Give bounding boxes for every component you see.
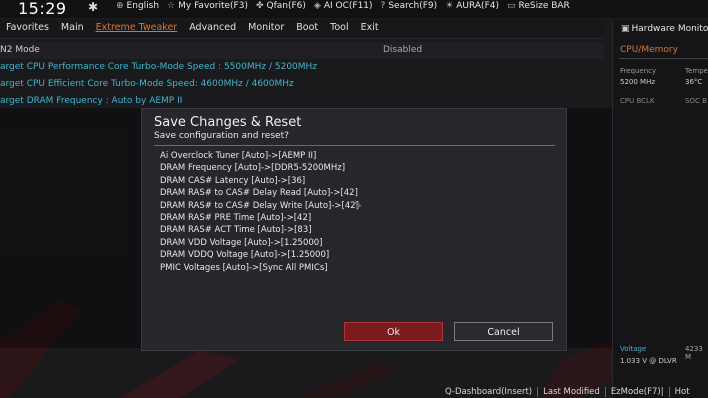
help-icon: ? (380, 1, 386, 11)
setting-label: N2 Mode (0, 45, 40, 55)
top-bar: 15:29 ✱ ⊕ English ☆ My Favorite(F3) ✤ Qf… (0, 0, 708, 18)
change-item: DRAM CAS# Latency [Auto]->[36] (160, 175, 306, 186)
clock: 15:29 (18, 0, 67, 18)
toolbar-item-resize-bar[interactable]: ▭ ReSize BAR (507, 1, 570, 11)
settings-list: N2 Mode Disabled arget CPU Performance C… (0, 42, 604, 110)
gear-icon[interactable]: ✱ (88, 0, 98, 14)
hw-section-title: CPU/Memory (620, 45, 678, 55)
changes-list: Ai Overclock Tuner [Auto]->[AEMP II] DRA… (160, 150, 359, 274)
change-item: DRAM RAS# to CAS# Delay Read [Auto]->[42… (160, 188, 358, 199)
fan-icon: ✤ (255, 1, 264, 11)
toolbar-label: AI OC(F11) (323, 1, 373, 11)
tab-favorites[interactable]: Favorites (0, 22, 55, 33)
globe-icon: ⊕ (116, 1, 124, 11)
hw-label: Tempe (685, 67, 708, 75)
toolbar-label: AURA(F4) (456, 1, 499, 11)
ezmode-button[interactable]: EzMode(F7)| (604, 387, 669, 397)
change-item: DRAM RAS# ACT Time [Auto]->[83] (160, 225, 312, 236)
q-dashboard-button[interactable]: Q-Dashboard(Insert) (440, 387, 537, 397)
hardware-monitor-title: ▣ Hardware Monito (621, 24, 708, 34)
tab-main[interactable]: Main (55, 22, 90, 33)
setting-label: arget CPU Efficient Core Turbo-Mode Spee… (0, 79, 294, 89)
divider (154, 145, 555, 146)
monitor-icon: ▣ (621, 24, 630, 34)
setting-label: arget CPU Performance Core Turbo-Mode Sp… (0, 62, 318, 72)
hotkeys-button[interactable]: Hot (668, 387, 695, 397)
hw-label: SOC B (685, 97, 707, 105)
setting-value: Disabled (383, 45, 423, 55)
menu-bar: Favorites Main Extreme Tweaker Advanced … (0, 20, 604, 39)
dialog-subtitle: Save configuration and reset? (154, 131, 289, 141)
tab-tool[interactable]: Tool (324, 22, 354, 33)
change-item: DRAM VDD Voltage [Auto]->[1.25000] (160, 237, 323, 248)
change-item: DRAM RAS# PRE Time [Auto]->[42] (160, 213, 312, 224)
dialog-title: Save Changes & Reset (154, 115, 302, 130)
ai-oc-icon: ◈ (313, 1, 321, 11)
hw-value: 5200 MHz (620, 78, 656, 86)
hw-value: 4233 M (685, 345, 703, 361)
change-item: DRAM Frequency [Auto]->[DDR5-5200MHz] (160, 163, 346, 174)
list-item[interactable]: N2 Mode Disabled (0, 42, 604, 59)
toolbar-item-favorite[interactable]: ☆ My Favorite(F3) (167, 1, 248, 11)
tab-extreme-tweaker[interactable]: Extreme Tweaker (90, 22, 184, 33)
toolbar-item-qfan[interactable]: ✤ Qfan(F6) (256, 1, 306, 11)
hw-label: Frequency (620, 67, 657, 75)
toolbar-item-language[interactable]: ⊕ English (116, 1, 159, 11)
change-item: DRAM RAS# to CAS# Delay Write [Auto]->[4… (160, 200, 359, 211)
toolbar-item-aura[interactable]: ☀ AURA(F4) (445, 1, 499, 11)
toolbar: ⊕ English ☆ My Favorite(F3) ✤ Qfan(F6) ◈… (116, 1, 570, 11)
hw-label: Voltage (620, 345, 647, 353)
change-item: DRAM VDDQ Voltage [Auto]->[1.25000] (160, 250, 330, 261)
bottom-bar: Q-Dashboard(Insert) Last Modified EzMode… (0, 386, 708, 398)
hw-value: 1.033 V @ DLVR (620, 357, 677, 365)
toolbar-label: ReSize BAR (518, 1, 570, 11)
change-item: Ai Overclock Tuner [Auto]->[AEMP II] (160, 151, 317, 161)
hw-value: 36°C (685, 78, 703, 86)
hardware-monitor-panel: ▣ Hardware Monito CPU/Memory Frequency Te… (612, 20, 708, 398)
tab-advanced[interactable]: Advanced (183, 22, 242, 33)
toolbar-label: Qfan(F6) (266, 1, 306, 11)
toolbar-item-ai-oc[interactable]: ◈ AI OC(F11) (314, 1, 373, 11)
divider (619, 58, 708, 59)
tab-exit[interactable]: Exit (355, 22, 385, 33)
list-item: arget CPU Performance Core Turbo-Mode Sp… (0, 59, 604, 76)
star-icon: ☆ (167, 1, 176, 11)
toolbar-label: My Favorite(F3) (178, 1, 248, 11)
change-item: PMIC Voltages [Auto]->[Sync All PMICs] (160, 262, 328, 273)
save-reset-dialog: Save Changes & Reset Save configuration … (141, 108, 567, 351)
ok-button[interactable]: Ok (344, 322, 443, 341)
resize-bar-icon: ▭ (506, 1, 516, 11)
toolbar-label: Search(F9) (388, 1, 438, 11)
toolbar-item-search[interactable]: ? Search(F9) (381, 1, 438, 11)
toolbar-label: English (126, 1, 160, 11)
tab-boot[interactable]: Boot (290, 22, 324, 33)
aura-icon: ☀ (445, 1, 454, 11)
list-item: arget CPU Efficient Core Turbo-Mode Spee… (0, 76, 604, 93)
hw-label: CPU BCLK (620, 97, 655, 105)
tab-monitor[interactable]: Monitor (242, 22, 290, 33)
last-modified-button[interactable]: Last Modified (537, 387, 605, 397)
cancel-button[interactable]: Cancel (454, 322, 553, 341)
